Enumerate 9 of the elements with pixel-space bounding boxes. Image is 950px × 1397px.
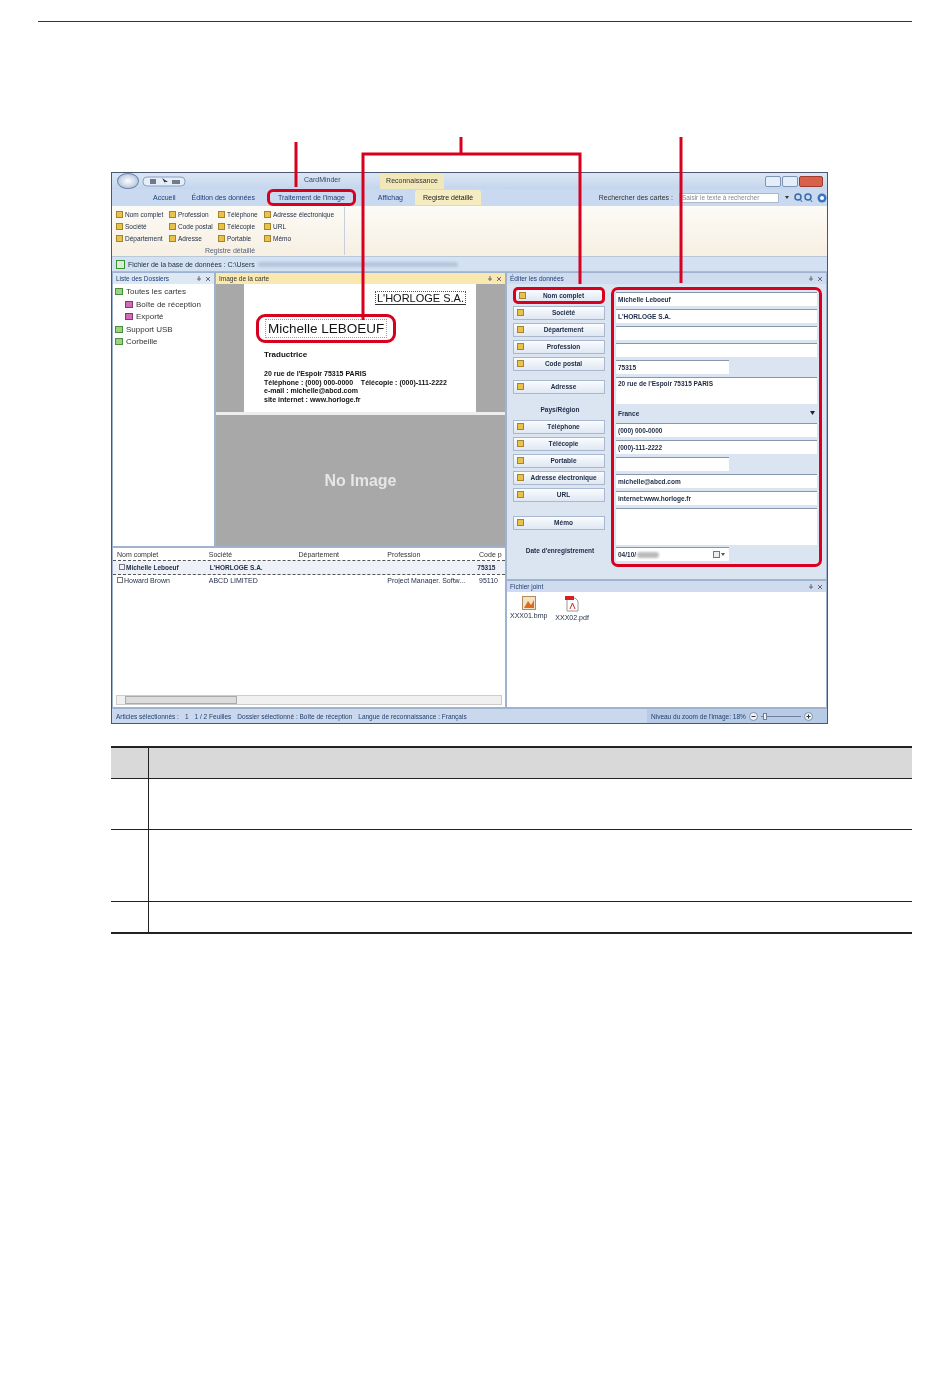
- card-job-title: Traductrice: [264, 350, 308, 359]
- no-image-text: No Image: [324, 471, 397, 490]
- folder-item[interactable]: Exporté: [115, 311, 212, 323]
- folder-item[interactable]: Boîte de réception: [115, 298, 212, 310]
- card-company: L'HORLOGE S.A.: [374, 291, 466, 305]
- folder-item[interactable]: Toutes les cartes: [115, 286, 212, 298]
- folder-item[interactable]: Corbeille: [115, 336, 212, 348]
- card-name: Michelle LEBOEUF: [256, 314, 397, 343]
- folder-item[interactable]: Support USB: [115, 323, 212, 335]
